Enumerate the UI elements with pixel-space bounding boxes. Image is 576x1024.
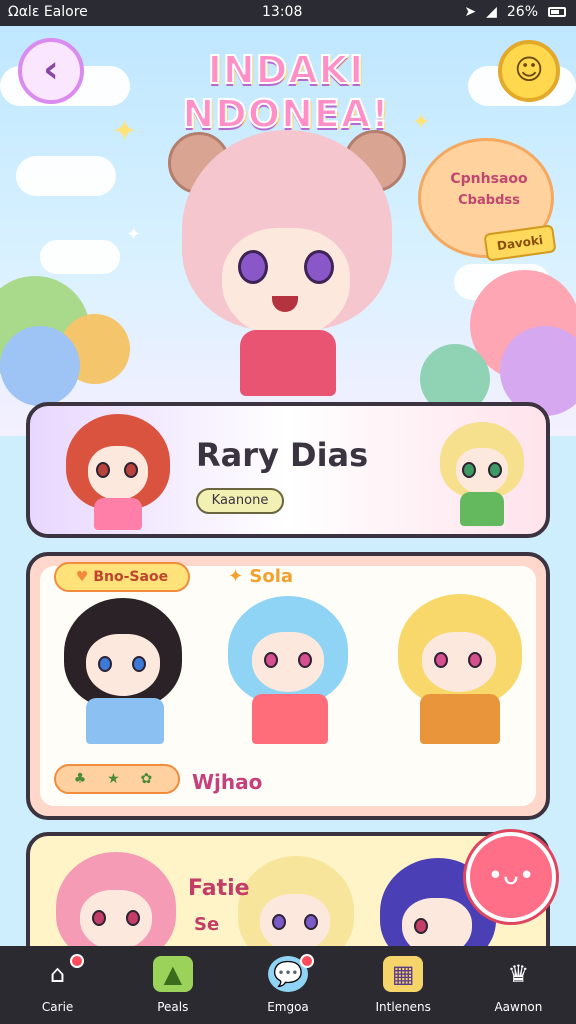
nav-label: Aawnon (494, 1000, 543, 1014)
hero-character[interactable] (160, 100, 410, 400)
page-title: INDAKI NDONEA! (181, 47, 390, 137)
nav-item-crown[interactable]: ♛ Aawnon (461, 946, 576, 1024)
solo-tab[interactable]: ✦ Sola (228, 564, 293, 594)
cloud (40, 240, 120, 274)
clock: 13:08 (262, 4, 303, 20)
event-badge[interactable]: Cpnhsaoo Cbabdss Davoki (418, 138, 557, 262)
reaction-pill[interactable]: ♣ ★ ✿ (54, 764, 180, 794)
character-card-blue-hair[interactable] (220, 592, 360, 752)
featured-tag[interactable]: Kaanone (196, 488, 284, 514)
gallery-icon: ▦ (383, 956, 424, 992)
battery-icon (548, 7, 566, 17)
character-card-black-hair[interactable] (56, 598, 196, 748)
solo-label: Sola (249, 566, 294, 587)
sparkle-icon: ✦ (112, 114, 138, 149)
nav-label: Carie (41, 1000, 74, 1014)
notification-dot (69, 954, 84, 968)
featured-avatar-left (58, 410, 178, 534)
badge-line-1: Cpnhsaoo (450, 171, 528, 187)
floating-chat-button[interactable]: •ᴗ• (466, 832, 556, 922)
battery-percent: 26% (506, 4, 538, 20)
status-right: ➤ ◢ 26% (464, 4, 566, 20)
heart-icon: ♥ (75, 569, 89, 585)
nav-label: Emgoa (267, 1000, 309, 1014)
choice-tab[interactable]: ♥ Bno-Saoe (54, 562, 190, 592)
face-icon: •ᴗ• (487, 861, 535, 891)
smiley-chat-icon: ☺ (514, 53, 544, 86)
carrier-label: Ωαlɛ Ealore (8, 4, 88, 20)
nav-item-peals[interactable]: ▲ Peals (115, 946, 230, 1024)
badge-line-2: Cbabdss (458, 193, 520, 208)
notification-dot (300, 954, 314, 968)
nav-item-chat[interactable]: 💬 Emgoa (230, 946, 345, 1024)
nav-label: Peals (157, 1000, 189, 1014)
sparkle-icon: ✦ (412, 110, 431, 135)
tree (0, 326, 80, 406)
featured-name: Rary Dias (196, 436, 369, 474)
character-eye (238, 250, 268, 284)
status-bar: Ωαlɛ Ealore 13:08 ➤ ◢ 26% (0, 0, 576, 26)
collection-footer-label: Wjhao (192, 770, 263, 794)
tent-icon: ▲ (152, 956, 193, 992)
third-card-label: Fatie (188, 876, 250, 901)
location-arrow-icon: ➤ (464, 4, 477, 20)
nav-item-gallery[interactable]: ▦ Intlenens (346, 946, 461, 1024)
signal-icon: ◢ (486, 4, 497, 20)
choice-label: Bno-Saoe (93, 569, 169, 585)
nav-item-home[interactable]: ⌂ Carie (0, 946, 115, 1024)
character-outfit (240, 330, 336, 396)
featured-avatar-right (434, 420, 534, 530)
character-eye (304, 250, 334, 284)
sparkle-icon: ✦ (228, 566, 244, 587)
cloud (16, 156, 116, 196)
character-card-blonde[interactable] (390, 590, 530, 750)
nav-label: Intlenens (375, 1000, 431, 1014)
crown-icon: ♛ (507, 960, 530, 988)
bottom-nav: ⌂ Carie ▲ Peals 💬 Emgoa ▦ Intlenens ♛ Aa… (0, 946, 576, 1024)
back-button[interactable]: ‹ (18, 38, 84, 104)
sparkle-icon: ✦ (126, 224, 142, 245)
chat-button[interactable]: ☺ (498, 40, 560, 102)
chevron-left-icon: ‹ (43, 47, 59, 91)
third-card-sub: Se (194, 914, 220, 935)
character-face (222, 228, 350, 338)
